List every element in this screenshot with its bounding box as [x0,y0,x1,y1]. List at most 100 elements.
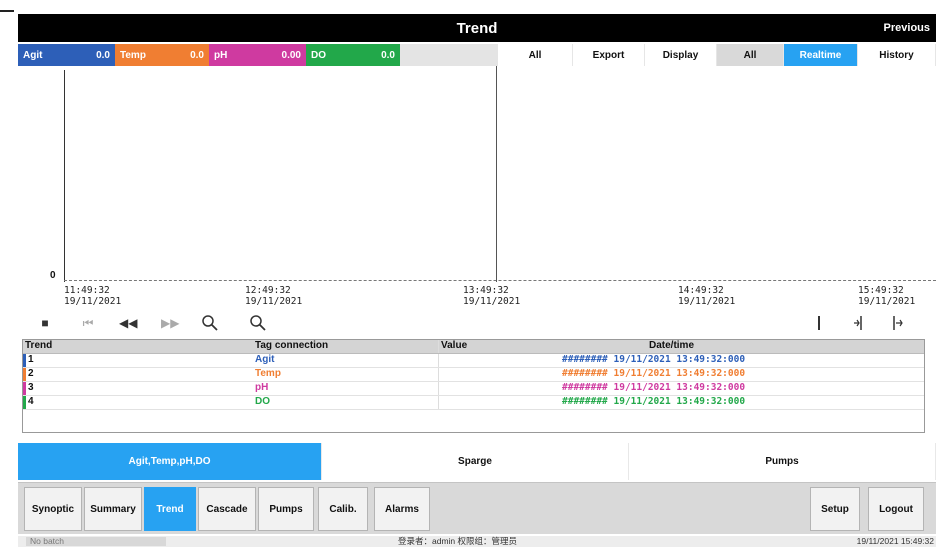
legend-do-value: 0.0 [381,49,395,61]
export-button[interactable]: Export [573,44,645,66]
cursor-left-icon[interactable] [850,314,868,332]
x-tick-time: 14:49:32 [678,285,724,296]
trend-group-tabs: Agit,Temp,pH,DO Sparge Pumps [18,443,936,480]
table-header: Trend Tag connection Value Date/time [23,340,924,354]
row-trend-number: 1 [23,354,253,367]
rewind-icon[interactable]: ◀◀ [119,314,137,332]
status-bar: No batch 登录者：admin 权限组：管理员 19/11/2021 15… [18,536,936,547]
history-button[interactable]: History [858,44,936,66]
trend-table: Trend Tag connection Value Date/time 1 A… [22,339,925,433]
nav-calib[interactable]: Calib. [318,487,368,531]
row-value-datetime: ######## 19/11/2021 13:49:32:000 [559,368,924,381]
status-user: 登录者：admin 权限组：管理员 [398,536,518,546]
zoom-out-icon[interactable] [249,314,267,332]
row-trend-number: 2 [23,368,253,381]
cursor-line-icon[interactable] [810,314,828,332]
x-tick-time: 12:49:32 [245,285,291,296]
trend-plot-area[interactable] [18,66,936,306]
legend-agit-value: 0.0 [96,49,110,61]
row-value-datetime: ######## 19/11/2021 13:49:32:000 [559,382,924,395]
trend-toolbar: All Export Display All Realtime History [498,44,936,66]
col-trend: Trend [25,340,53,351]
nav-synoptic[interactable]: Synoptic [24,487,82,531]
row-value: ######## [562,368,608,379]
row-value-empty [439,396,559,409]
status-field: No batch [26,537,166,546]
x-tick-label: 11:49:32 19/11/2021 [64,285,121,307]
legend-ph-label: pH [214,49,228,61]
time-cursor-line[interactable] [496,66,497,282]
row-datetime: 19/11/2021 13:49:32:000 [613,354,746,365]
legend-agit[interactable]: Agit 0.0 [18,44,115,66]
x-tick-date: 19/11/2021 [858,296,916,307]
row-tag: pH [253,382,439,395]
nav-pumps[interactable]: Pumps [258,487,314,531]
table-row[interactable]: 4 DO ######## 19/11/2021 13:49:32:000 [23,396,924,410]
legend-do-label: DO [311,49,326,61]
tab-sparge[interactable]: Sparge [322,443,629,480]
legend-ph-value: 0.00 [281,49,301,61]
row-value: ######## [562,382,608,393]
nav-logout[interactable]: Logout [868,487,924,531]
x-tick-date: 19/11/2021 [245,296,303,307]
row-tag: Agit [253,354,439,367]
table-row[interactable]: 2 Temp ######## 19/11/2021 13:49:32:000 [23,368,924,382]
nav-summary[interactable]: Summary [84,487,142,531]
all-button[interactable]: All [498,44,573,66]
nav-setup[interactable]: Setup [810,487,860,531]
legend-temp-label: Temp [120,49,146,61]
x-tick-time: 11:49:32 [64,285,110,296]
x-tick-time: 13:49:32 [463,285,509,296]
nav-cascade[interactable]: Cascade [198,487,256,531]
legend-agit-label: Agit [23,49,43,61]
col-tag: Tag connection [253,340,439,353]
nav-alarms[interactable]: Alarms [374,487,430,531]
y-axis-zero-label: 0 [50,270,56,281]
row-value-empty [439,354,559,367]
bottom-nav: Synoptic Summary Trend Cascade Pumps Cal… [18,482,936,534]
x-axis [64,280,936,281]
col-datetime: Date/time [649,340,695,351]
fast-forward-icon[interactable]: ▶▶ [161,314,179,332]
page-title: Trend [456,20,498,37]
title-bar: Trend Previous [18,14,936,42]
left-edge [0,0,18,547]
realtime-button[interactable]: Realtime [784,44,858,66]
legend-do[interactable]: DO 0.0 [306,44,400,66]
previous-button[interactable]: Previous [884,22,930,34]
legend-empty-slot [400,44,498,66]
col-value: Value [441,340,468,351]
row-value: ######## [562,354,608,365]
tab-pumps[interactable]: Pumps [629,443,936,480]
table-row[interactable]: 1 Agit ######## 19/11/2021 13:49:32:000 [23,354,924,368]
all-filter-button[interactable]: All [717,44,784,66]
legend-temp-value: 0.0 [190,49,204,61]
trend-legend: Agit 0.0 Temp 0.0 pH 0.00 DO 0.0 [18,44,498,66]
playback-controls: ■ ⏮ ◀◀ ▶▶ [18,311,936,335]
stop-icon[interactable]: ■ [36,314,54,332]
row-value: ######## [562,396,608,407]
x-tick-label: 14:49:32 19/11/2021 [678,285,735,307]
tab-agit-temp-ph-do[interactable]: Agit,Temp,pH,DO [18,443,322,480]
legend-temp[interactable]: Temp 0.0 [115,44,209,66]
row-datetime: 19/11/2021 13:49:32:000 [613,396,746,407]
legend-ph[interactable]: pH 0.00 [209,44,306,66]
row-value-datetime: ######## 19/11/2021 13:49:32:000 [559,396,924,409]
display-button[interactable]: Display [645,44,717,66]
row-datetime: 19/11/2021 13:49:32:000 [613,382,746,393]
table-row[interactable]: 3 pH ######## 19/11/2021 13:49:32:000 [23,382,924,396]
cursor-right-icon[interactable] [888,314,906,332]
x-tick-label: 12:49:32 19/11/2021 [245,285,302,307]
row-value-empty [439,368,559,381]
row-value-empty [439,382,559,395]
x-tick-date: 19/11/2021 [64,296,122,307]
row-tag: DO [253,396,439,409]
row-value-datetime: ######## 19/11/2021 13:49:32:000 [559,354,924,367]
nav-trend[interactable]: Trend [144,487,196,531]
zoom-in-icon[interactable] [201,314,219,332]
skip-start-icon[interactable]: ⏮ [79,314,97,332]
status-datetime: 19/11/2021 15:49:32 [856,536,934,546]
x-tick-time: 15:49:32 [858,285,904,296]
x-tick-label: 13:49:32 19/11/2021 [463,285,520,307]
x-tick-date: 19/11/2021 [678,296,736,307]
